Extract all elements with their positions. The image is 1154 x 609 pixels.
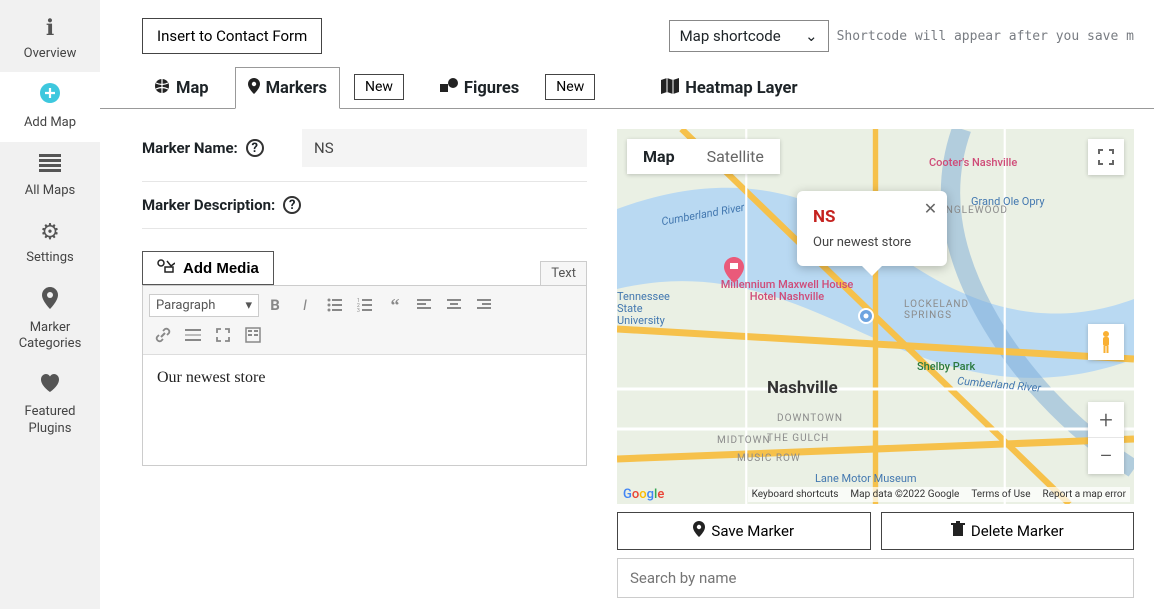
chevron-down-icon: ⌄ (805, 27, 818, 45)
tab-label: Map (176, 79, 209, 98)
bold-button[interactable]: B (261, 292, 289, 318)
media-icon (157, 259, 175, 277)
toolbar-toggle-button[interactable] (239, 322, 267, 348)
sidebar-item-add-map[interactable]: Add Map (0, 72, 100, 141)
trash-icon (951, 521, 965, 541)
sidebar-item-label: Add Map (24, 115, 76, 130)
pin-icon (248, 78, 260, 98)
search-marker-input[interactable] (617, 558, 1134, 598)
add-media-button[interactable]: Add Media (142, 251, 274, 285)
heart-icon (2, 373, 98, 402)
align-right-button[interactable] (471, 292, 499, 318)
topbar: Insert to Contact Form Map shortcode ⌄ S… (100, 18, 1154, 66)
map-poi-pin[interactable] (724, 257, 744, 287)
editor-text-tab[interactable]: Text (540, 261, 587, 285)
tab-markers[interactable]: Markers (235, 67, 340, 109)
fullscreen-button[interactable] (1088, 139, 1124, 175)
sidebar-item-all-maps[interactable]: All Maps (0, 142, 100, 209)
sidebar-item-label: Featured Plugins (25, 404, 76, 436)
marker-description-label: Marker Description: (142, 196, 275, 214)
sidebar-item-overview[interactable]: ℹ Overview (0, 5, 100, 72)
save-marker-label: Save Marker (711, 522, 794, 540)
infowindow-title: NS (813, 207, 911, 227)
map-attribution: Keyboard shortcuts Map data ©2022 Google… (748, 487, 1130, 502)
map-marker[interactable] (857, 307, 875, 335)
google-logo: Google (623, 487, 664, 502)
marker-name-input[interactable] (302, 129, 587, 167)
map-data-label: Map data ©2022 Google (850, 489, 959, 500)
pin-icon (693, 521, 705, 541)
fullscreen-button[interactable] (209, 322, 237, 348)
sidebar-item-label: Marker Categories (19, 320, 82, 352)
sidebar: ℹ Overview Add Map All Maps ⚙ Settings M… (0, 0, 100, 609)
tab-label: Markers (266, 79, 327, 98)
plus-circle-icon (2, 82, 98, 113)
infowindow-close-icon[interactable]: ✕ (924, 199, 937, 218)
tab-label: Heatmap Layer (685, 79, 797, 98)
tab-map[interactable]: Map (142, 68, 221, 108)
map-panel: Nashville DOWNTOWN MIDTOWN THE GULCH MUS… (617, 129, 1134, 598)
bullet-list-button[interactable] (321, 292, 349, 318)
zoom-in-button[interactable]: + (1088, 402, 1124, 438)
sidebar-item-label: Settings (26, 250, 73, 265)
italic-button[interactable]: I (291, 292, 319, 318)
marker-name-label: Marker Name: (142, 139, 238, 157)
tabs: Map Markers New Figures New Heatmap (100, 66, 1154, 109)
align-left-button[interactable] (411, 292, 439, 318)
insert-contact-form-button[interactable]: Insert to Contact Form (142, 18, 322, 54)
tab-heatmap[interactable]: Heatmap Layer (649, 68, 809, 108)
new-figure-button[interactable]: New (545, 74, 595, 100)
shapes-icon (440, 78, 458, 98)
link-button[interactable] (149, 322, 177, 348)
info-icon: ℹ (2, 15, 98, 44)
editor-toolbar: Paragraph ▾ B I 123 “ (143, 286, 586, 355)
main-panel: Insert to Contact Form Map shortcode ⌄ S… (100, 0, 1154, 609)
svg-text:3: 3 (357, 308, 360, 313)
zoom-control: + − (1088, 402, 1124, 474)
map-canvas[interactable]: Nashville DOWNTOWN MIDTOWN THE GULCH MUS… (617, 129, 1134, 504)
map-icon (661, 78, 679, 98)
sidebar-item-label: All Maps (25, 183, 75, 198)
add-media-label: Add Media (183, 260, 259, 277)
map-infowindow: ✕ NS Our newest store (797, 191, 947, 266)
gear-icon: ⚙ (2, 219, 98, 248)
zoom-out-button[interactable]: − (1088, 438, 1124, 474)
shortcode-hint: Shortcode will appear after you save m (837, 29, 1134, 44)
help-icon[interactable]: ? (246, 139, 264, 157)
globe-icon (154, 78, 170, 98)
number-list-button[interactable]: 123 (351, 292, 379, 318)
blockquote-button[interactable]: “ (381, 292, 409, 318)
terms-link[interactable]: Terms of Use (971, 489, 1030, 500)
format-select[interactable]: Paragraph ▾ (149, 294, 259, 317)
streetview-pegman[interactable] (1088, 324, 1124, 360)
infowindow-description: Our newest store (813, 235, 911, 250)
editor-content[interactable]: Our newest store (143, 355, 586, 465)
sidebar-item-featured-plugins[interactable]: Featured Plugins (0, 363, 100, 447)
keyboard-shortcuts-link[interactable]: Keyboard shortcuts (752, 489, 839, 500)
pin-icon (2, 287, 98, 318)
help-icon[interactable]: ? (283, 196, 301, 214)
new-marker-button[interactable]: New (354, 74, 404, 100)
map-type-satellite[interactable]: Satellite (691, 139, 780, 174)
map-type-control: Map Satellite (627, 139, 780, 174)
shortcode-select[interactable]: Map shortcode ⌄ (669, 20, 829, 52)
shortcode-select-label: Map shortcode (680, 27, 781, 45)
sidebar-item-settings[interactable]: ⚙ Settings (0, 209, 100, 276)
delete-marker-label: Delete Marker (971, 522, 1064, 540)
readmore-button[interactable] (179, 322, 207, 348)
list-icon (2, 152, 98, 181)
tab-label: Figures (464, 79, 519, 98)
delete-marker-button[interactable]: Delete Marker (881, 512, 1135, 550)
sidebar-item-label: Overview (24, 46, 77, 61)
sidebar-item-marker-categories[interactable]: Marker Categories (0, 277, 100, 363)
editor: Paragraph ▾ B I 123 “ (142, 285, 587, 466)
save-marker-button[interactable]: Save Marker (617, 512, 871, 550)
format-select-label: Paragraph (156, 298, 215, 313)
report-error-link[interactable]: Report a map error (1043, 489, 1126, 500)
marker-form: Marker Name: ? Marker Description: ? (142, 129, 587, 598)
map-type-map[interactable]: Map (627, 139, 691, 174)
caret-down-icon: ▾ (245, 298, 252, 313)
tab-figures[interactable]: Figures (428, 68, 531, 108)
align-center-button[interactable] (441, 292, 469, 318)
